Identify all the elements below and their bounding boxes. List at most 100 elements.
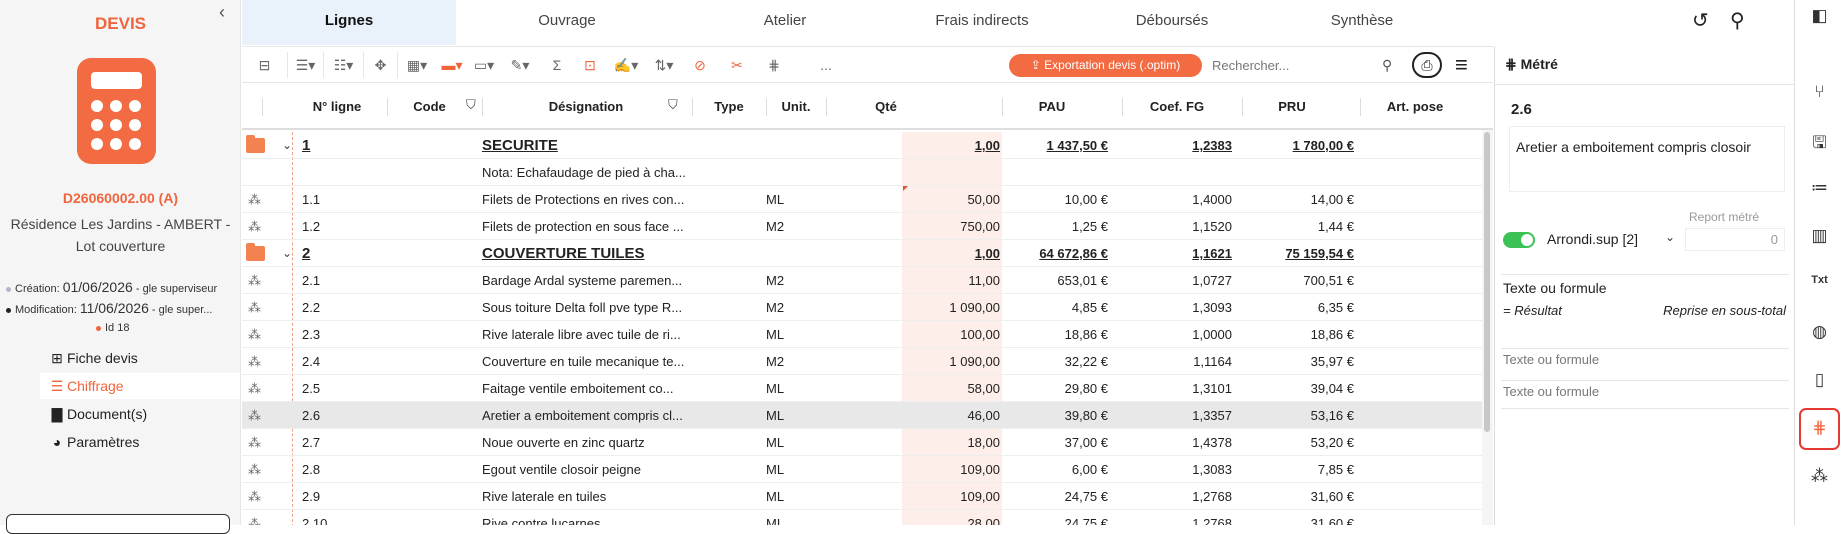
export-devis-button[interactable]: ⇪ Exportation devis (.optim) <box>1009 54 1202 77</box>
nav-parametres[interactable]: ◕ Paramètres <box>40 429 240 455</box>
table-row[interactable]: ⁂ 2.6 Aretier a emboitement compris cl... M… <box>242 402 1482 429</box>
cell-coef[interactable]: 1,2768 <box>1122 510 1232 525</box>
metre-icon[interactable]: ⋕ <box>1799 408 1840 450</box>
cell-des[interactable]: SECURITE <box>482 132 690 159</box>
cell-pau[interactable]: 64 672,86 € <box>1002 240 1108 267</box>
cell-qte[interactable]: 1,00 <box>826 240 1000 267</box>
formula-input-1[interactable]: Texte ou formule <box>1503 352 1599 367</box>
hamburger-menu-icon[interactable]: ≡ <box>1455 52 1468 78</box>
filter-icon[interactable]: ⛉ <box>466 97 476 113</box>
cell-qte[interactable]: 109,00 <box>826 483 1000 510</box>
cell-coef[interactable]: 1,1520 <box>1122 213 1232 240</box>
cell-coef[interactable]: 1,0000 <box>1122 321 1232 348</box>
cell-unit[interactable]: M2 <box>766 213 826 240</box>
cell-des[interactable]: Nota: Echafaudage de pied à cha... <box>482 159 690 186</box>
chevron-down-icon[interactable]: ⌄ <box>1665 230 1675 244</box>
print-button[interactable]: ⎙ <box>1412 52 1442 78</box>
col-header-art-pose[interactable]: Art. pose <box>1360 99 1470 114</box>
branch-icon[interactable]: ⑂ <box>1795 82 1843 102</box>
palette-icon[interactable]: ◍ <box>1795 322 1843 342</box>
col-header-qte[interactable]: Qté <box>826 99 946 114</box>
cell-pau[interactable]: 24,75 € <box>1002 510 1108 525</box>
cell-pru[interactable]: 6,35 € <box>1242 294 1354 321</box>
sidebar-bottom-button[interactable] <box>6 514 230 534</box>
pen-icon[interactable]: ✎▾ <box>502 52 538 78</box>
cell-des[interactable]: Sous toiture Delta foll pve type R... <box>482 294 690 321</box>
cell-pau[interactable]: 37,00 € <box>1002 429 1108 456</box>
note-row[interactable]: Nota: Echafaudage de pied à cha... <box>242 159 1482 186</box>
table-row[interactable]: ⁂ 2.4 Couverture en tuile mecanique te... M… <box>242 348 1482 375</box>
cell-qte[interactable]: 750,00 <box>826 213 1000 240</box>
panel-icon[interactable]: ◧ <box>1795 6 1843 26</box>
cell-des[interactable]: Filets de protection en sous face ... <box>482 213 690 240</box>
metre-toolbar-icon[interactable]: ⋕ <box>756 52 792 78</box>
table-row[interactable]: ⁂ 2.2 Sous toiture Delta foll pve type R..… <box>242 294 1482 321</box>
tab-lignes[interactable]: Lignes <box>242 0 456 45</box>
cell-pru[interactable]: 75 159,54 € <box>1242 240 1354 267</box>
cell-qte[interactable]: 1,00 <box>826 132 1000 159</box>
table-row[interactable]: ⁂ 2.1 Bardage Ardal systeme paremen... M2 11… <box>242 267 1482 294</box>
cell-coef[interactable]: 1,4000 <box>1122 186 1232 213</box>
sort-icon[interactable]: ⇅▾ <box>646 52 682 78</box>
table-row[interactable]: ⁂ 2.3 Rive laterale libre avec tuile de ri… <box>242 321 1482 348</box>
cell-qte[interactable]: 1 090,00 <box>826 294 1000 321</box>
cell-num[interactable]: 2.4 <box>302 348 372 375</box>
cell-coef[interactable]: 1,1621 <box>1122 240 1232 267</box>
collapse-chevron-icon[interactable]: ⌄ <box>282 132 292 159</box>
cell-pru[interactable]: 7,85 € <box>1242 456 1354 483</box>
col-header-unit[interactable]: Unit. <box>766 99 826 114</box>
cell-pau[interactable]: 24,75 € <box>1002 483 1108 510</box>
col-header-num[interactable]: N° ligne <box>302 99 372 114</box>
cell-pru[interactable]: 18,86 € <box>1242 321 1354 348</box>
columns-icon[interactable]: ☷▾ <box>324 52 364 78</box>
cell-pau[interactable]: 1,25 € <box>1002 213 1108 240</box>
cell-coef[interactable]: 1,1164 <box>1122 348 1232 375</box>
cell-unit[interactable]: M2 <box>766 348 826 375</box>
cell-num[interactable]: 1 <box>302 132 372 159</box>
cell-unit[interactable]: ML <box>766 483 826 510</box>
cell-num[interactable]: 2.6 <box>302 402 372 429</box>
cell-des[interactable]: Rive contre lucarnes <box>482 510 690 525</box>
cell-qte[interactable]: 46,00 <box>826 402 1000 429</box>
cell-pau[interactable]: 10,00 € <box>1002 186 1108 213</box>
table-row[interactable]: ⁂ 2.10 Rive contre lucarnes ML 28,00 24,75 € 1… <box>242 510 1482 525</box>
cell-des[interactable]: Faitage ventile emboitement co... <box>482 375 690 402</box>
cell-des[interactable]: Noue ouverte en zinc quartz <box>482 429 690 456</box>
clear-tools-icon[interactable]: ✂ <box>718 52 756 78</box>
tab-atelier[interactable]: Atelier <box>678 0 892 45</box>
search-icon[interactable]: ⚲ <box>1730 8 1745 33</box>
cell-pru[interactable]: 53,20 € <box>1242 429 1354 456</box>
group-row[interactable]: ⌄ 1 SECURITE 1,00 1 437,50 € 1,2383 1 780,00 € <box>242 132 1482 159</box>
tab-frais-indirects[interactable]: Frais indirects <box>892 0 1072 45</box>
cell-qte[interactable]: 28,00 <box>826 510 1000 525</box>
cell-num[interactable]: 2.2 <box>302 294 372 321</box>
table-row[interactable]: ⁂ 2.7 Noue ouverte en zinc quartz ML 18,00 37… <box>242 429 1482 456</box>
formula-input-2[interactable]: Texte ou formule <box>1503 384 1599 399</box>
list-icon[interactable]: ≔ <box>1795 178 1843 198</box>
cell-num[interactable]: 2.7 <box>302 429 372 456</box>
scrollbar-thumb[interactable] <box>1484 132 1490 432</box>
col-header-pau[interactable]: PAU <box>1002 99 1102 114</box>
cell-coef[interactable]: 1,2383 <box>1122 132 1232 159</box>
cell-pau[interactable]: 4,85 € <box>1002 294 1108 321</box>
cell-unit[interactable]: M2 <box>766 294 826 321</box>
cell-num[interactable]: 2.1 <box>302 267 372 294</box>
cell-qte[interactable]: 11,00 <box>826 267 1000 294</box>
report-metre-input[interactable]: 0 <box>1685 228 1785 251</box>
group-row[interactable]: ⌄ 2 COUVERTURE TUILES 1,00 64 672,86 € 1,1621… <box>242 240 1482 267</box>
cell-coef[interactable]: 1,0727 <box>1122 267 1232 294</box>
cell-pru[interactable]: 53,16 € <box>1242 402 1354 429</box>
table-row[interactable]: ⁂ 1.2 Filets de protection en sous face ..… <box>242 213 1482 240</box>
col-header-type[interactable]: Type <box>692 99 766 114</box>
clear-items-icon[interactable]: ⊘ <box>682 52 718 78</box>
cell-num[interactable]: 1.2 <box>302 213 372 240</box>
tab-synthese[interactable]: Synthèse <box>1272 0 1452 45</box>
cell-coef[interactable]: 1,3093 <box>1122 294 1232 321</box>
search-input[interactable] <box>1212 54 1392 77</box>
cell-des[interactable]: Rive laterale en tuiles <box>482 483 690 510</box>
cell-des[interactable]: Aretier a emboitement compris cl... <box>482 402 690 429</box>
cell-pru[interactable]: 14,00 € <box>1242 186 1354 213</box>
cell-unit[interactable]: ML <box>766 321 826 348</box>
tree-view-icon[interactable]: ⊟ <box>242 52 288 78</box>
cell-coef[interactable]: 1,4378 <box>1122 429 1232 456</box>
